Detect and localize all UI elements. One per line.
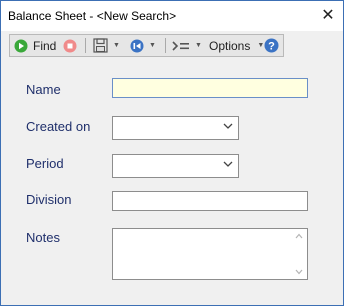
toolbar-separator xyxy=(85,38,86,53)
search-form: Name Created on Period Division Notes xyxy=(1,59,343,305)
options-dropdown-button[interactable]: Options ▼ xyxy=(209,35,264,56)
svg-text:?: ? xyxy=(268,41,275,53)
find-play-icon xyxy=(14,39,28,52)
period-combobox[interactable] xyxy=(112,154,239,178)
stop-button[interactable] xyxy=(63,35,77,56)
save-icon xyxy=(93,38,108,53)
find-label: Find xyxy=(33,38,57,53)
created-on-label: Created on xyxy=(26,119,91,134)
notes-textarea[interactable] xyxy=(112,228,308,280)
save-dropdown-button[interactable]: ▼ xyxy=(93,35,120,56)
balance-sheet-window: Balance Sheet - <New Search> ✕ Find ▼ ▼ … xyxy=(0,0,344,306)
name-input[interactable] xyxy=(112,78,308,98)
find-button[interactable]: Find xyxy=(14,35,56,56)
chevron-down-icon xyxy=(223,123,233,129)
period-label: Period xyxy=(26,156,64,171)
window-title: Balance Sheet - <New Search> xyxy=(8,9,177,23)
back-icon xyxy=(130,39,144,52)
options-label: Options xyxy=(209,38,251,53)
chevron-down-icon: ▼ xyxy=(195,42,202,49)
title-bar: Balance Sheet - <New Search> ✕ xyxy=(1,1,343,31)
name-label: Name xyxy=(26,82,61,97)
toolbar: Find ▼ ▼ ▼ Options ▼ ? xyxy=(9,34,284,57)
toolbar-separator xyxy=(165,38,166,53)
close-button[interactable]: ✕ xyxy=(313,1,343,31)
scroll-down-icon[interactable] xyxy=(295,269,303,275)
created-on-combobox[interactable] xyxy=(112,116,239,140)
help-button[interactable]: ? xyxy=(264,35,279,56)
back-dropdown-button[interactable]: ▼ xyxy=(130,35,156,56)
chevron-down-icon: ▼ xyxy=(149,42,156,49)
chevron-down-icon xyxy=(223,161,233,167)
list-icon xyxy=(172,40,189,51)
list-dropdown-button[interactable]: ▼ xyxy=(172,35,202,56)
notes-label: Notes xyxy=(26,230,60,245)
stop-icon xyxy=(63,39,77,52)
chevron-down-icon: ▼ xyxy=(113,42,120,49)
scroll-up-icon[interactable] xyxy=(295,233,303,239)
division-input[interactable] xyxy=(112,191,308,211)
division-label: Division xyxy=(26,192,72,207)
help-icon: ? xyxy=(264,38,279,53)
notes-scrollbar[interactable] xyxy=(291,229,307,279)
